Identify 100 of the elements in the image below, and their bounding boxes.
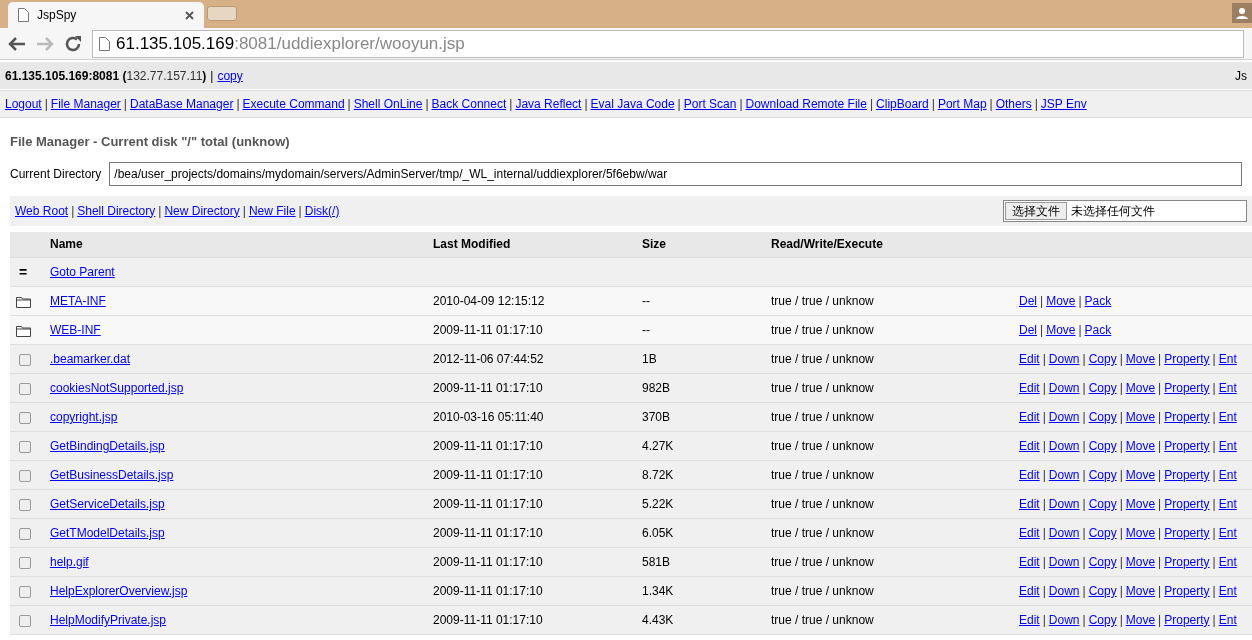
action-link[interactable]: Edit <box>1019 468 1040 482</box>
action-link[interactable]: Move <box>1125 555 1156 569</box>
action-link[interactable]: Down <box>1048 526 1080 540</box>
nav-link[interactable]: Port Scan <box>683 95 737 113</box>
action-link[interactable]: Ent <box>1218 584 1237 598</box>
action-link[interactable]: Property <box>1164 468 1210 482</box>
file-link[interactable]: GetTModelDetails.jsp <box>50 526 165 540</box>
action-link[interactable]: Property <box>1164 584 1210 598</box>
action-link[interactable]: Copy <box>1088 439 1117 453</box>
action-link[interactable]: Pack <box>1084 323 1112 337</box>
action-link[interactable]: Ent <box>1218 613 1237 627</box>
checkbox[interactable] <box>19 614 31 627</box>
nav-link[interactable]: Download Remote File <box>745 95 867 113</box>
action-link[interactable]: Move <box>1125 526 1156 540</box>
action-link[interactable]: Copy <box>1088 468 1117 482</box>
parent-link[interactable]: Goto Parent <box>50 265 115 279</box>
nav-link[interactable]: ClipBoard <box>876 95 929 113</box>
file-link[interactable]: META-INF <box>50 294 106 308</box>
action-link[interactable]: Copy <box>1088 381 1117 395</box>
action-link[interactable]: Ent <box>1218 526 1237 540</box>
file-link[interactable]: HelpModifyPrivate.jsp <box>50 613 167 627</box>
nav-link[interactable]: Shell OnLine <box>353 95 423 113</box>
nav-link[interactable]: Eval Java Code <box>590 95 675 113</box>
file-link[interactable]: WEB-INF <box>50 323 101 337</box>
close-icon[interactable] <box>185 10 194 20</box>
choose-file-button[interactable]: 选择文件 <box>1005 201 1067 220</box>
checkbox[interactable] <box>19 556 31 569</box>
action-link[interactable]: Del <box>1019 323 1037 337</box>
action-link[interactable]: Move <box>1125 497 1156 511</box>
action-link[interactable]: Property <box>1164 352 1210 366</box>
action-link[interactable]: Copy <box>1088 352 1117 366</box>
nav-link[interactable]: Others <box>995 95 1032 113</box>
file-input[interactable]: 选择文件 未选择任何文件 <box>1003 199 1247 222</box>
file-link[interactable]: HelpExplorerOverview.jsp <box>50 584 188 598</box>
back-icon[interactable] <box>8 35 26 52</box>
action-link[interactable]: Down <box>1048 352 1080 366</box>
action-link[interactable]: Edit <box>1019 497 1040 511</box>
checkbox[interactable] <box>19 469 31 482</box>
action-link[interactable]: Pack <box>1084 294 1112 308</box>
nav-link[interactable]: Logout <box>5 95 42 113</box>
action-link[interactable]: Edit <box>1019 352 1040 366</box>
action-link[interactable]: Edit <box>1019 584 1040 598</box>
action-link[interactable]: Ent <box>1218 352 1237 366</box>
action-link[interactable]: Move <box>1125 584 1156 598</box>
action-link[interactable]: Edit <box>1019 410 1040 424</box>
nav-link[interactable]: JSP Env <box>1040 95 1087 113</box>
checkbox[interactable] <box>19 527 31 540</box>
checkbox[interactable] <box>19 585 31 598</box>
file-link[interactable]: GetBindingDetails.jsp <box>50 439 165 453</box>
checkbox[interactable] <box>19 353 31 366</box>
checkbox[interactable] <box>19 411 31 424</box>
action-link[interactable]: Down <box>1048 613 1080 627</box>
action-link[interactable]: Edit <box>1019 381 1040 395</box>
file-link[interactable]: copyright.jsp <box>50 410 118 424</box>
reload-icon[interactable] <box>64 34 82 53</box>
nav-link[interactable]: Port Map <box>937 95 987 113</box>
forward-icon[interactable] <box>36 35 54 52</box>
action-link[interactable]: Move <box>1125 410 1156 424</box>
action-link[interactable]: Down <box>1048 584 1080 598</box>
action-link[interactable]: Property <box>1164 497 1210 511</box>
action-link[interactable]: Copy <box>1088 410 1117 424</box>
action-link[interactable]: Ent <box>1218 555 1237 569</box>
checkbox[interactable] <box>19 382 31 395</box>
action-link[interactable]: Ent <box>1218 468 1237 482</box>
nav-link[interactable]: File Manager <box>50 95 121 113</box>
action-link[interactable]: Property <box>1164 613 1210 627</box>
action-link[interactable]: Edit <box>1019 555 1040 569</box>
checkbox[interactable] <box>19 498 31 511</box>
file-link[interactable]: GetServiceDetails.jsp <box>50 497 165 511</box>
action-link[interactable]: Copy <box>1088 526 1117 540</box>
action-link[interactable]: Move <box>1125 381 1156 395</box>
action-link[interactable]: Copy <box>1088 613 1117 627</box>
address-bar[interactable]: 61.135.105.169:8081/uddiexplorer/wooyun.jsp <box>92 29 1244 58</box>
action-link[interactable]: Ent <box>1218 497 1237 511</box>
action-link[interactable]: Property <box>1164 439 1210 453</box>
nav-link[interactable]: Back Connect <box>431 95 507 113</box>
toolbar-link[interactable]: Web Root <box>15 203 69 218</box>
action-link[interactable]: Move <box>1125 352 1156 366</box>
action-link[interactable]: Down <box>1048 468 1080 482</box>
toolbar-link[interactable]: New File <box>248 203 296 218</box>
checkbox[interactable] <box>19 440 31 453</box>
new-tab-button[interactable] <box>207 6 237 21</box>
action-link[interactable]: Ent <box>1218 381 1237 395</box>
toolbar-link[interactable]: Shell Directory <box>77 203 156 218</box>
action-link[interactable]: Copy <box>1088 497 1117 511</box>
file-link[interactable]: .beamarker.dat <box>50 352 131 366</box>
directory-field[interactable]: /bea/user_projects/domains/mydomain/servers/AdminServer/tmp/_WL_internal/uddiexplorer/5f6ebw/war <box>109 161 1242 186</box>
action-link[interactable]: Copy <box>1088 555 1117 569</box>
action-link[interactable]: Move <box>1125 468 1156 482</box>
action-link[interactable]: Down <box>1048 410 1080 424</box>
action-link[interactable]: Move <box>1125 613 1156 627</box>
action-link[interactable]: Move <box>1125 439 1156 453</box>
action-link[interactable]: Down <box>1048 439 1080 453</box>
action-link[interactable]: Property <box>1164 555 1210 569</box>
file-link[interactable]: help.gif <box>50 555 89 569</box>
action-link[interactable]: Down <box>1048 555 1080 569</box>
nav-link[interactable]: DataBase Manager <box>130 95 234 113</box>
copy-link[interactable]: copy <box>217 68 243 83</box>
action-link[interactable]: Edit <box>1019 613 1040 627</box>
browser-tab[interactable]: JspSpy <box>8 2 204 28</box>
